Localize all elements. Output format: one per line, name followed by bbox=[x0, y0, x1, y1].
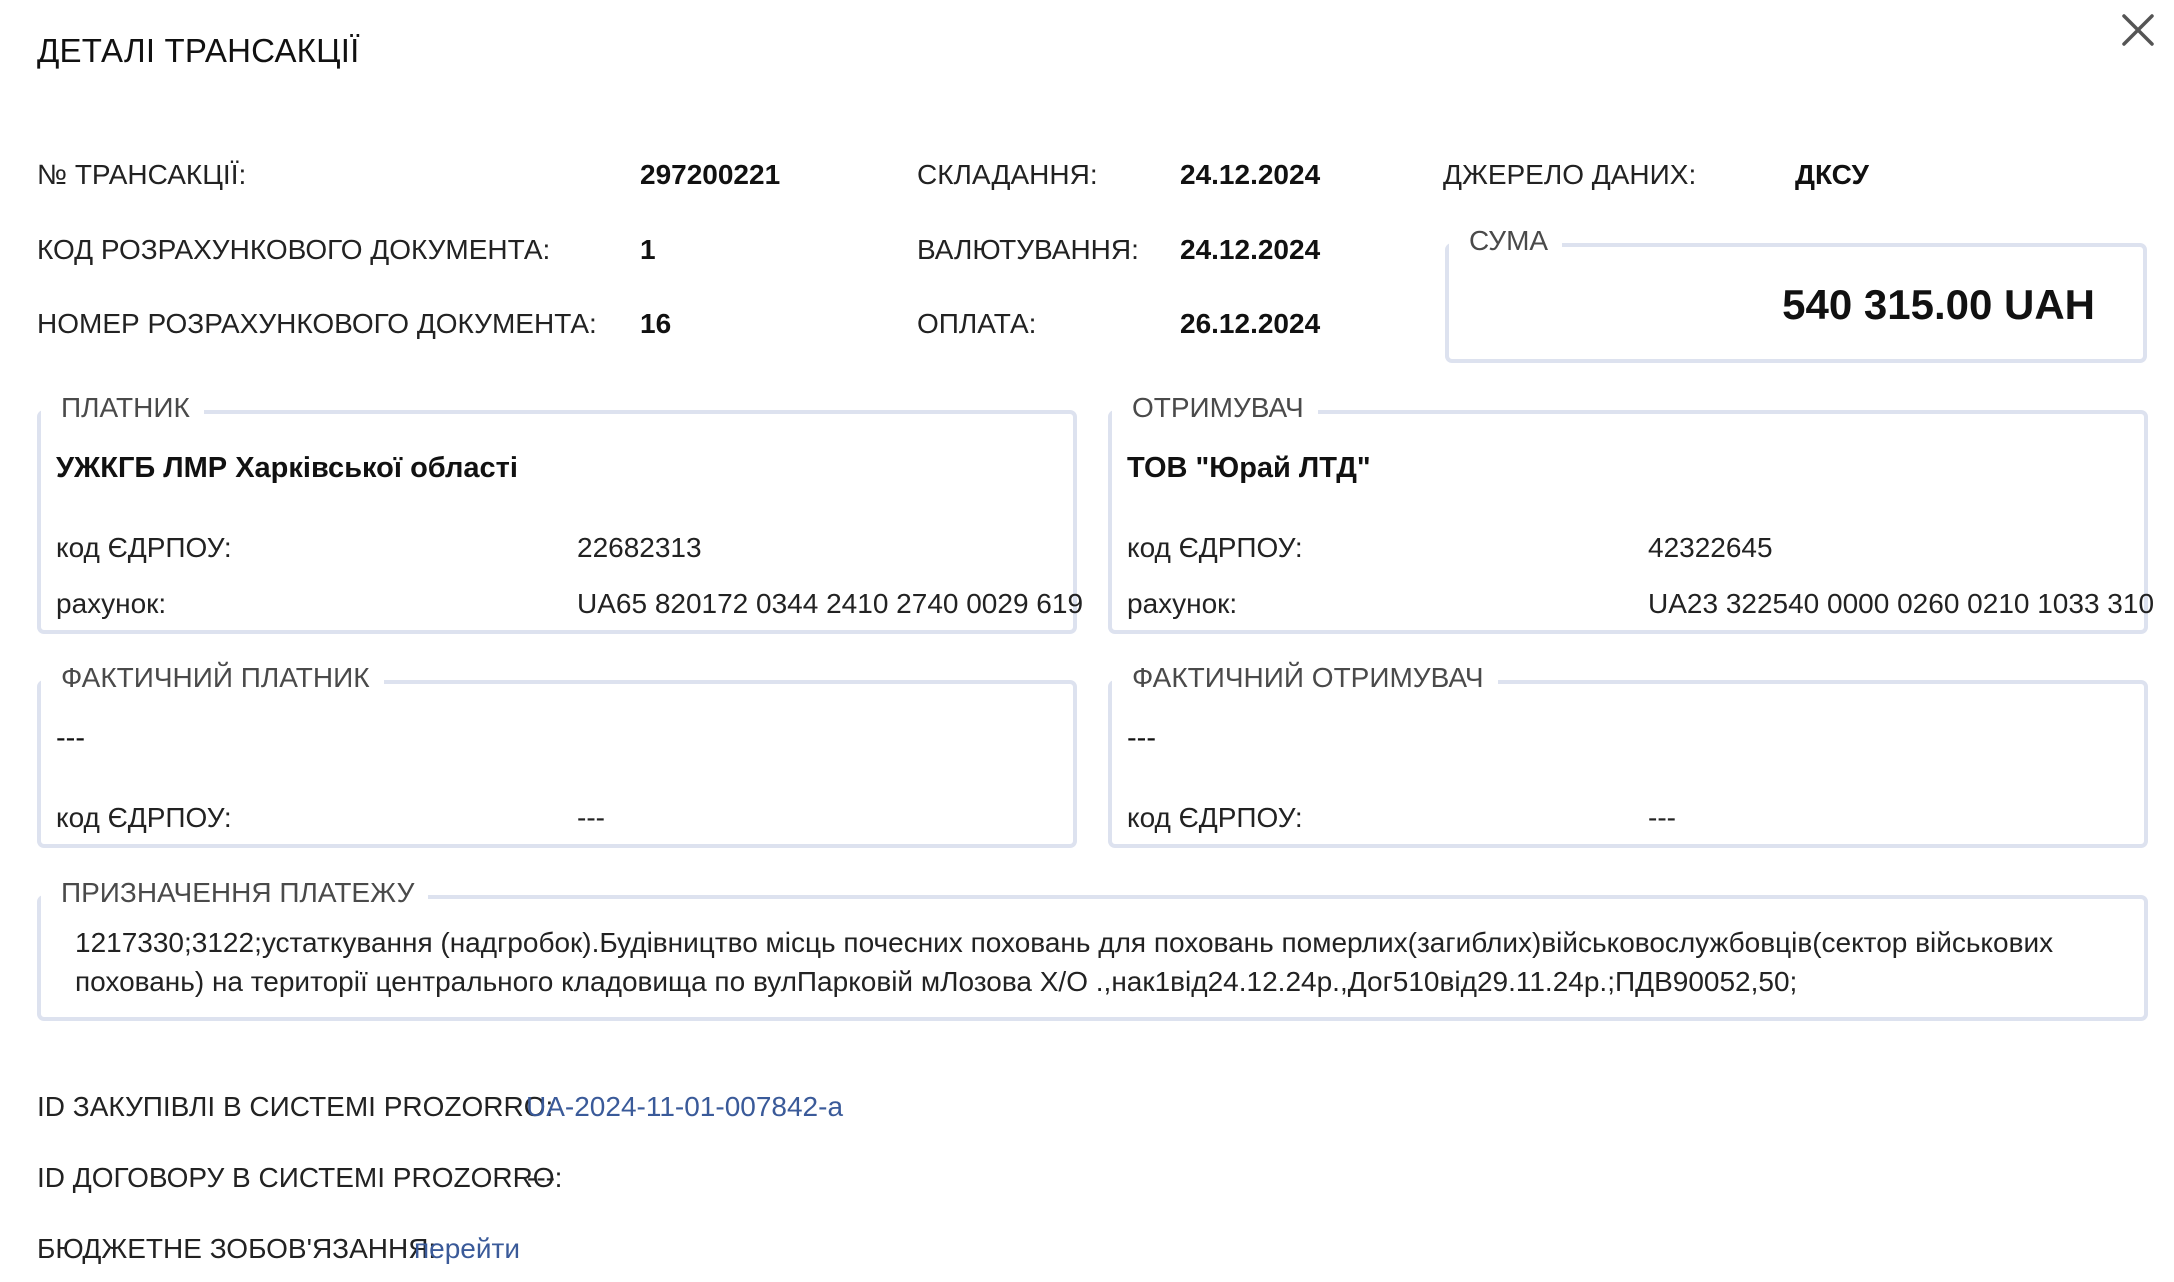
doc-code-label: КОД РОЗРАХУНКОВОГО ДОКУМЕНТА: bbox=[37, 234, 551, 265]
actual-payer-box: ФАКТИЧНИЙ ПЛАТНИК --- код ЄДРПОУ: --- bbox=[37, 662, 1077, 848]
purpose-line-1: 1217330;3122;устаткування (надгробок).Бу… bbox=[75, 927, 2054, 958]
recipient-account-label: рахунок: bbox=[1127, 588, 1238, 619]
dialog-title: ДЕТАЛІ ТРАНСАКЦІЇ bbox=[37, 32, 360, 69]
actual-recipient-edrpou-value: --- bbox=[1648, 802, 1676, 833]
actual-recipient-legend: ФАКТИЧНИЙ ОТРИМУВАЧ bbox=[1112, 662, 1498, 694]
doc-code-value: 1 bbox=[640, 234, 656, 265]
purpose-line-2: поховань) на території центрального клад… bbox=[75, 966, 1798, 997]
recipient-legend: ОТРИМУВАЧ bbox=[1112, 392, 1318, 424]
valuation-date: 24.12.2024 bbox=[1180, 234, 1321, 265]
payer-account-label: рахунок: bbox=[56, 588, 167, 619]
purpose-legend: ПРИЗНАЧЕННЯ ПЛАТЕЖУ bbox=[41, 877, 429, 909]
payer-account-value: UA65 820172 0344 2410 2740 0029 619 bbox=[577, 588, 1084, 619]
procurement-id-label: ID ЗАКУПІВЛІ В СИСТЕМІ PROZORRO: bbox=[37, 1091, 554, 1122]
data-source-label: ДЖЕРЕЛО ДАНИХ: bbox=[1443, 159, 1697, 190]
recipient-edrpou-label: код ЄДРПОУ: bbox=[1127, 532, 1303, 563]
doc-number-value: 16 bbox=[640, 308, 672, 339]
amount-value: 540 315.00 UAH bbox=[1782, 281, 2095, 328]
transaction-number-value: 297200221 bbox=[640, 159, 781, 190]
payer-box: ПЛАТНИК УЖКГБ ЛМР Харківської області ко… bbox=[37, 392, 1083, 634]
valuation-label: ВАЛЮТУВАННЯ: bbox=[917, 234, 1139, 265]
contract-id-value: --- bbox=[527, 1162, 555, 1193]
data-source-value: ДКСУ bbox=[1795, 159, 1869, 190]
actual-recipient-name: --- bbox=[1127, 722, 1156, 754]
actual-recipient-box: ФАКТИЧНИЙ ОТРИМУВАЧ --- код ЄДРПОУ: --- bbox=[1108, 662, 2148, 848]
actual-payer-name: --- bbox=[56, 722, 85, 754]
actual-payer-edrpou-label: код ЄДРПОУ: bbox=[56, 802, 232, 833]
amount-legend: СУМА bbox=[1449, 225, 1563, 257]
payment-date: 26.12.2024 bbox=[1180, 308, 1321, 339]
payer-name: УЖКГБ ЛМР Харківської області bbox=[56, 452, 518, 484]
payer-edrpou-label: код ЄДРПОУ: bbox=[56, 532, 232, 563]
recipient-account-value: UA23 322540 0000 0260 0210 1033 310 bbox=[1648, 588, 2155, 619]
budget-commitment-link[interactable]: перейти bbox=[414, 1233, 520, 1265]
recipient-name: ТОВ "Юрай ЛТД" bbox=[1127, 452, 1371, 484]
recipient-box: ОТРИМУВАЧ ТОВ "Юрай ЛТД" код ЄДРПОУ: 423… bbox=[1108, 392, 2154, 634]
payer-edrpou-value: 22682313 bbox=[577, 532, 702, 563]
purpose-text: 1217330;3122;устаткування (надгробок).Бу… bbox=[75, 923, 2124, 1001]
close-icon[interactable] bbox=[2118, 10, 2158, 50]
budget-commitment-label: БЮДЖЕТНЕ ЗОБОВ'ЯЗАННЯ: bbox=[37, 1233, 437, 1264]
procurement-id-link[interactable]: UA-2024-11-01-007842-a bbox=[526, 1091, 843, 1123]
amount-box: СУМА 540 315.00 UAH bbox=[1445, 225, 2147, 363]
payment-label: ОПЛАТА: bbox=[917, 308, 1037, 339]
contract-id-label: ID ДОГОВОРУ В СИСТЕМІ PROZORRO: bbox=[37, 1162, 563, 1193]
compiled-date: 24.12.2024 bbox=[1180, 159, 1321, 190]
actual-payer-legend: ФАКТИЧНИЙ ПЛАТНИК bbox=[41, 662, 384, 694]
payer-legend: ПЛАТНИК bbox=[41, 392, 204, 424]
transaction-number-label: № ТРАНСАКЦІЇ: bbox=[37, 159, 247, 190]
actual-recipient-edrpou-label: код ЄДРПОУ: bbox=[1127, 802, 1303, 833]
compiled-label: СКЛАДАННЯ: bbox=[917, 159, 1098, 190]
recipient-edrpou-value: 42322645 bbox=[1648, 532, 1773, 563]
close-button[interactable] bbox=[2118, 10, 2158, 50]
purpose-box: ПРИЗНАЧЕННЯ ПЛАТЕЖУ 1217330;3122;устатку… bbox=[37, 877, 2148, 1021]
actual-payer-edrpou-value: --- bbox=[577, 802, 605, 833]
doc-number-label: НОМЕР РОЗРАХУНКОВОГО ДОКУМЕНТА: bbox=[37, 308, 597, 339]
